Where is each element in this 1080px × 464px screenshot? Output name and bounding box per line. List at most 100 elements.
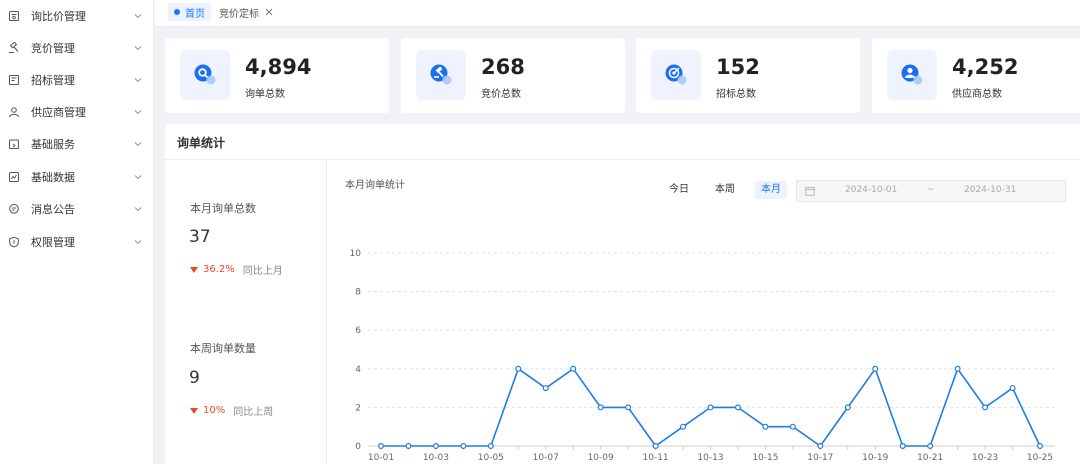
data-point[interactable] bbox=[460, 443, 467, 450]
chevron-down-icon bbox=[133, 204, 143, 214]
chart-title: 本月询单统计 bbox=[345, 180, 405, 191]
data-point[interactable] bbox=[405, 443, 412, 450]
x-tick-label: 10-09 bbox=[588, 453, 614, 463]
message-icon bbox=[8, 203, 20, 215]
chart-box-icon bbox=[8, 171, 20, 183]
sidebar-item-supplier[interactable]: 供应商管理 bbox=[0, 96, 154, 128]
calendar-icon bbox=[805, 186, 815, 196]
shield-icon bbox=[8, 236, 20, 248]
x-tick-label: 10-03 bbox=[423, 453, 449, 463]
tab-bar: 首页 竞价定标 bbox=[155, 0, 1080, 27]
sidebar-item-inquiry[interactable]: 询比价管理 bbox=[0, 0, 154, 32]
sidebar-item-label: 竞价管理 bbox=[31, 42, 75, 55]
data-point[interactable] bbox=[789, 423, 796, 430]
sidebar-item-label: 权限管理 bbox=[31, 236, 75, 249]
stat-card-supplier: 4,252 供应商总数 bbox=[872, 38, 1080, 113]
sidebar-item-tender[interactable]: 招标管理 bbox=[0, 64, 154, 96]
tab-bid-award-label: 竞价定标 bbox=[219, 8, 259, 20]
stat-label: 竞价总数 bbox=[481, 89, 521, 100]
data-point[interactable] bbox=[844, 404, 851, 411]
x-tick-label: 10-19 bbox=[862, 453, 888, 463]
data-point[interactable] bbox=[625, 404, 632, 411]
sidebar-item-label: 招标管理 bbox=[31, 74, 75, 87]
data-point[interactable] bbox=[680, 423, 687, 430]
chevron-down-icon bbox=[133, 107, 143, 117]
user-icon bbox=[8, 106, 20, 118]
stat-value: 152 bbox=[716, 55, 760, 79]
x-tick-label: 10-07 bbox=[533, 453, 559, 463]
close-icon[interactable] bbox=[265, 8, 273, 16]
sidebar-item-label: 供应商管理 bbox=[31, 106, 86, 119]
users-icon bbox=[887, 50, 937, 100]
data-point[interactable] bbox=[542, 385, 549, 392]
stat-label: 供应商总数 bbox=[952, 89, 1002, 100]
data-point[interactable] bbox=[762, 423, 769, 430]
tab-home[interactable]: 首页 bbox=[168, 3, 211, 21]
range-today-button[interactable]: 今日 bbox=[663, 181, 695, 199]
data-point[interactable] bbox=[487, 443, 494, 450]
sidebar-item-label: 基础服务 bbox=[31, 138, 75, 151]
data-point[interactable] bbox=[652, 443, 659, 450]
data-point[interactable] bbox=[872, 365, 879, 372]
data-point[interactable] bbox=[597, 404, 604, 411]
x-tick-label: 10-01 bbox=[368, 453, 394, 463]
y-tick-label: 0 bbox=[355, 442, 361, 452]
y-tick-label: 10 bbox=[350, 249, 362, 259]
stat-value: 4,894 bbox=[245, 55, 312, 79]
sidebar-item-notice[interactable]: 消息公告 bbox=[0, 193, 154, 225]
data-point[interactable] bbox=[817, 443, 824, 450]
range-week-button[interactable]: 本周 bbox=[709, 181, 741, 199]
box-icon bbox=[8, 138, 20, 150]
date-separator: ~ bbox=[927, 185, 935, 195]
chevron-down-icon bbox=[133, 139, 143, 149]
sidebar-item-permission[interactable]: 权限管理 bbox=[0, 226, 154, 258]
x-tick-label: 10-25 bbox=[1027, 453, 1053, 463]
y-tick-label: 6 bbox=[355, 326, 361, 336]
y-tick-label: 2 bbox=[355, 403, 361, 413]
document-search-icon bbox=[8, 10, 20, 22]
data-point[interactable] bbox=[1036, 443, 1043, 450]
chevron-down-icon bbox=[133, 75, 143, 85]
chevron-down-icon bbox=[133, 172, 143, 182]
stat-label: 询单总数 bbox=[245, 89, 285, 100]
tab-bid-award[interactable]: 竞价定标 bbox=[215, 3, 277, 21]
active-dot-icon bbox=[174, 9, 180, 15]
y-tick-label: 8 bbox=[355, 288, 361, 298]
data-point[interactable] bbox=[515, 365, 522, 372]
sidebar-item-bidding[interactable]: 竞价管理 bbox=[0, 32, 154, 64]
sidebar-item-basic-data[interactable]: 基础数据 bbox=[0, 161, 154, 193]
stat-card-tender: 152 招标总数 bbox=[636, 38, 860, 113]
tab-home-label: 首页 bbox=[185, 8, 205, 20]
inquiry-line-chart: 0 2 4 6 8 10 10-01 10-03 10-05 10-07 10-09 10-11 10-… bbox=[350, 249, 1055, 463]
data-point[interactable] bbox=[899, 443, 906, 450]
sidebar-item-label: 基础数据 bbox=[31, 171, 75, 184]
data-point[interactable] bbox=[734, 404, 741, 411]
data-point[interactable] bbox=[432, 443, 439, 450]
x-tick-label: 10-21 bbox=[917, 453, 943, 463]
data-point[interactable] bbox=[927, 443, 934, 450]
sidebar-item-label: 消息公告 bbox=[31, 203, 75, 216]
data-point[interactable] bbox=[570, 365, 577, 372]
x-tick-label: 10-23 bbox=[972, 453, 998, 463]
date-start: 2024-10-01 bbox=[845, 185, 898, 195]
data-point[interactable] bbox=[954, 365, 961, 372]
data-point[interactable] bbox=[1009, 385, 1016, 392]
file-list-icon bbox=[8, 74, 20, 86]
chevron-down-icon bbox=[133, 237, 143, 247]
stat-value: 4,252 bbox=[952, 55, 1019, 79]
data-point[interactable] bbox=[378, 443, 385, 450]
data-point[interactable] bbox=[707, 404, 714, 411]
sidebar-item-basic-service[interactable]: 基础服务 bbox=[0, 128, 154, 160]
data-point[interactable] bbox=[982, 404, 989, 411]
chevron-down-icon bbox=[133, 43, 143, 53]
stat-label: 招标总数 bbox=[716, 89, 756, 100]
search-icon bbox=[180, 50, 230, 100]
gavel-icon bbox=[416, 50, 466, 100]
stat-card-bidding: 268 竞价总数 bbox=[401, 38, 625, 113]
range-month-button[interactable]: 本月 bbox=[755, 181, 787, 199]
stat-card-inquiry: 4,894 询单总数 bbox=[165, 38, 389, 113]
sidebar-item-label: 询比价管理 bbox=[31, 10, 86, 23]
stat-value: 268 bbox=[481, 55, 525, 79]
date-range-picker[interactable]: 2024-10-01 ~ 2024-10-31 bbox=[796, 180, 1066, 202]
target-icon bbox=[651, 50, 701, 100]
